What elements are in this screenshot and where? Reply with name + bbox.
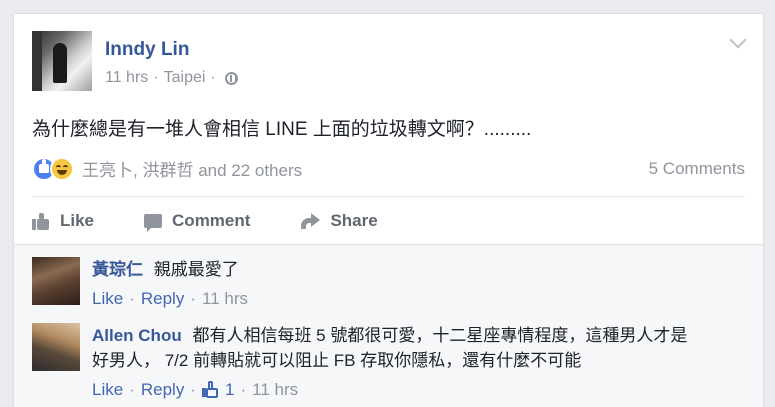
- commenter-avatar[interactable]: [32, 257, 80, 305]
- comment-button[interactable]: Comment: [144, 211, 251, 232]
- post-time[interactable]: 11 hrs: [105, 69, 148, 87]
- globe-icon[interactable]: [224, 71, 238, 85]
- comment-text: 親戚最愛了: [153, 260, 239, 279]
- reactions-summary[interactable]: 王亮卜, 洪群哲 and 22 others: [32, 156, 302, 181]
- commenter-avatar[interactable]: [32, 323, 80, 371]
- comment-icon: [144, 214, 163, 232]
- chevron-down-icon[interactable]: [729, 31, 747, 49]
- reaction-others[interactable]: and 22 others: [198, 161, 302, 180]
- post-text: 為什麼總是有一堆人會相信 LINE 上面的垃圾轉文啊？.........: [32, 119, 532, 140]
- share-button[interactable]: Share: [300, 211, 378, 231]
- comment-actions: Like · Reply · 11 hrs: [92, 286, 712, 311]
- comment-like-link[interactable]: Like: [92, 377, 123, 402]
- post-location[interactable]: Taipei: [164, 69, 206, 87]
- reaction-names[interactable]: 王亮卜, 洪群哲: [82, 161, 193, 180]
- comment-actions: Like · Reply · 1 · 11 hrs: [92, 377, 712, 402]
- comment-like-count[interactable]: 1: [202, 377, 234, 402]
- comment-time[interactable]: 11 hrs: [202, 286, 248, 311]
- comments-section: 黃琮仁 親戚最愛了 Like · Reply · 11 hrs Allen Ch…: [14, 244, 763, 407]
- commenter-name[interactable]: Allen Chou: [92, 326, 182, 345]
- post-actions-bar: Like Comment Share: [32, 204, 428, 238]
- comment-likes-number: 1: [225, 380, 235, 399]
- haha-reaction-icon: [50, 156, 74, 181]
- like-label: Like: [60, 211, 95, 230]
- author-avatar[interactable]: [32, 31, 92, 91]
- comment-reply-link[interactable]: Reply: [141, 377, 184, 402]
- post-meta: 11 hrs · Taipei ·: [105, 69, 238, 87]
- thumbs-up-icon: [32, 212, 50, 230]
- comment-time[interactable]: 11 hrs: [252, 377, 298, 402]
- like-button[interactable]: Like: [32, 211, 94, 231]
- comment-text-line2: 好男人， 7/2 前轉貼就可以阻止 FB 存取你隱私，還有什麼不可能: [92, 351, 582, 370]
- comment-count[interactable]: 5 Comments: [649, 159, 745, 179]
- post-card: Inndy Lin 11 hrs · Taipei · 為什麼總是有一堆人會相信…: [13, 13, 764, 407]
- comment-like-link[interactable]: Like: [92, 286, 123, 311]
- share-icon: [300, 213, 321, 229]
- commenter-name[interactable]: 黃琮仁: [92, 260, 143, 279]
- share-label: Share: [330, 211, 378, 230]
- thumbs-up-icon: [202, 381, 219, 398]
- comment-text-line1: 都有人相信每班 5 號都很可愛，十二星座專情程度，這種男人才是: [192, 326, 688, 345]
- divider: [32, 196, 745, 197]
- comment-reply-link[interactable]: Reply: [141, 286, 184, 311]
- post-author-name[interactable]: Inndy Lin: [105, 39, 189, 61]
- comment-label: Comment: [172, 211, 251, 230]
